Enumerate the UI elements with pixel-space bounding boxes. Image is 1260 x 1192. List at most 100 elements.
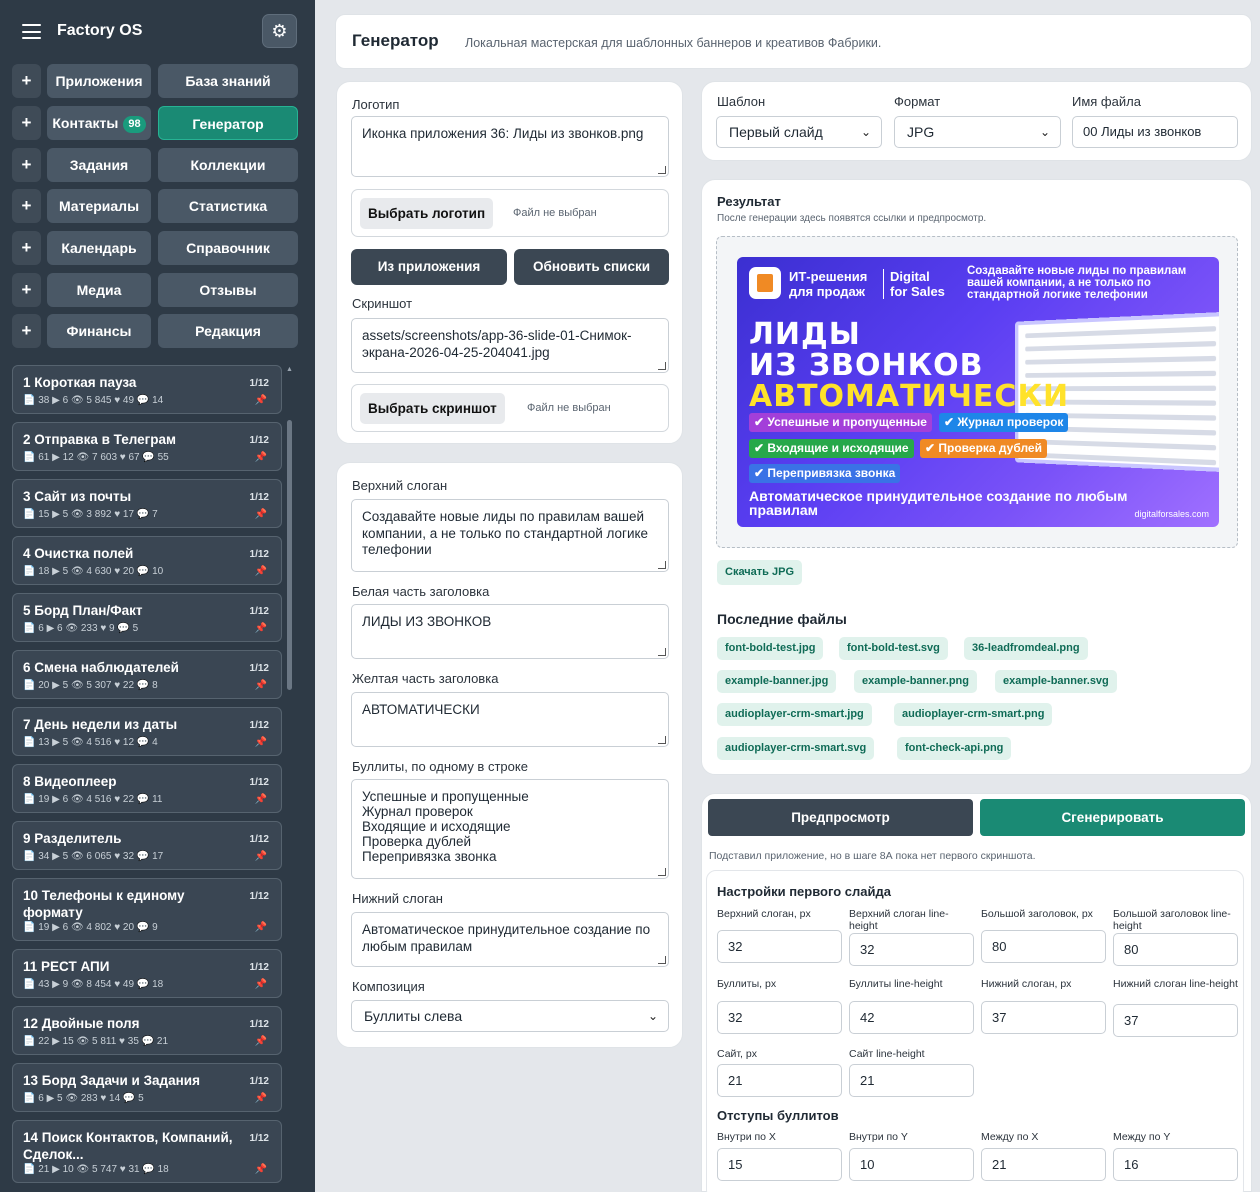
task-card[interactable]: 13 Борд Задачи и Задания 1/12 📄 6 ▶ 5 👁 28… (12, 1063, 282, 1112)
nav-item-left[interactable]: Материалы (47, 189, 151, 223)
nav-item-left[interactable]: Приложения (47, 64, 151, 98)
setting-input[interactable]: 32 (717, 1001, 842, 1034)
task-card[interactable]: 14 Поиск Контактов, Компаний, Сделок... 1… (12, 1120, 282, 1183)
plus-icon[interactable]: + (12, 314, 41, 348)
preview-button[interactable]: Предпросмотр (708, 799, 973, 836)
nav-item-left[interactable]: Финансы (47, 314, 151, 348)
pin-icon[interactable]: 📌 (255, 979, 267, 990)
pin-icon[interactable]: 📌 (255, 851, 267, 862)
nav-item-left[interactable]: Медиа (47, 273, 151, 307)
nav-item-left[interactable]: Календарь (47, 231, 151, 265)
nav-item-left[interactable]: Контакты 98 (47, 106, 151, 140)
screenshot-file-input[interactable]: Выбрать скриншот Файл не выбран (351, 384, 669, 432)
plus-icon[interactable]: + (12, 189, 41, 223)
generate-button[interactable]: Сгенерировать (980, 799, 1245, 836)
pin-icon[interactable]: 📌 (255, 452, 267, 463)
plus-icon[interactable]: + (12, 231, 41, 265)
padding-input[interactable]: 15 (717, 1148, 842, 1181)
format-select[interactable]: JPG ⌄ (894, 116, 1061, 148)
scroll-up-icon[interactable]: ▲ (286, 366, 293, 373)
setting-input[interactable]: 37 (1113, 1004, 1238, 1037)
setting-input[interactable]: 32 (717, 930, 842, 963)
file-link[interactable]: font-check-api.png (897, 737, 1012, 760)
setting-input[interactable]: 80 (1113, 933, 1238, 966)
setting-input[interactable]: 32 (849, 933, 974, 966)
task-card[interactable]: 6 Смена наблюдателей 1/12 📄 20 ▶ 5 👁 5 307… (12, 650, 282, 699)
nav-item-right[interactable]: Справочник (158, 231, 298, 265)
nav-item-left[interactable]: Задания (47, 148, 151, 182)
plus-icon[interactable]: + (12, 106, 41, 140)
task-card[interactable]: 9 Разделитель 1/12 📄 34 ▶ 5 👁 6 065 ♥ 32 💬… (12, 821, 282, 870)
pin-icon[interactable]: 📌 (255, 1093, 267, 1104)
setting-input[interactable]: 37 (981, 1001, 1106, 1034)
file-link[interactable]: font-bold-test.jpg (717, 637, 824, 660)
pin-icon[interactable]: 📌 (255, 922, 267, 933)
task-card[interactable]: 12 Двойные поля 1/12 📄 22 ▶ 15 👁 5 811 ♥ 3… (12, 1006, 282, 1055)
pin-icon[interactable]: 📌 (255, 1164, 267, 1175)
nav-item-right[interactable]: Редакция (158, 314, 298, 348)
file-link[interactable]: audioplayer-crm-smart.png (894, 703, 1053, 726)
from-app-button[interactable]: Из приложения (351, 249, 507, 285)
assets-panel: Логотип Иконка приложения 36: Лиды из зв… (336, 81, 683, 444)
nav-item-right[interactable]: Отзывы (158, 273, 298, 307)
white-title-field[interactable]: ЛИДЫ ИЗ ЗВОНКОВ (351, 604, 669, 659)
padding-input[interactable]: 10 (849, 1148, 974, 1181)
task-card[interactable]: 1 Короткая пауза 1/12 📄 38 ▶ 6 👁 5 845 ♥ 4… (12, 365, 282, 414)
pin-icon[interactable]: 📌 (255, 737, 267, 748)
pin-icon[interactable]: 📌 (255, 794, 267, 805)
nav-item-right[interactable]: Статистика (158, 189, 298, 223)
plus-icon[interactable]: + (12, 64, 41, 98)
task-card[interactable]: 4 Очистка полей 1/12 📄 18 ▶ 5 👁 4 630 ♥ 20… (12, 536, 282, 585)
task-card[interactable]: 2 Отправка в Телеграм 1/12 📄 61 ▶ 12 👁 7 6… (12, 422, 282, 471)
padding-input[interactable]: 16 (1113, 1148, 1238, 1181)
task-card[interactable]: 5 Борд План/Факт 1/12 📄 6 ▶ 6 👁 233 ♥ 9 💬 … (12, 593, 282, 642)
nav-item-right[interactable]: Коллекции (158, 148, 298, 182)
filename-input[interactable]: 00 Лиды из звонков (1072, 116, 1238, 148)
file-link[interactable]: audioplayer-crm-smart.jpg (717, 703, 872, 726)
task-card[interactable]: 11 РЕСТ АПИ 1/12 📄 43 ▶ 9 👁 8 454 ♥ 49 💬 1… (12, 949, 282, 998)
plus-icon[interactable]: + (12, 273, 41, 307)
pin-icon[interactable]: 📌 (255, 1036, 267, 1047)
nav-item-right[interactable]: База знаний (158, 64, 298, 98)
pin-icon[interactable]: 📌 (255, 680, 267, 691)
count-badge: 98 (123, 116, 146, 133)
file-link[interactable]: example-banner.jpg (717, 670, 837, 693)
logo-file-input[interactable]: Выбрать логотип Файл не выбран (351, 189, 669, 237)
bottom-slogan-field[interactable]: Автоматическое принудительное создание п… (351, 912, 669, 967)
logo-field[interactable]: Иконка приложения 36: Лиды из звонков.pn… (351, 116, 669, 177)
setting-input[interactable]: 42 (849, 1001, 974, 1034)
padding-input[interactable]: 21 (981, 1148, 1106, 1181)
pin-icon[interactable]: 📌 (255, 395, 267, 406)
bullets-field[interactable]: Успешные и пропущенные Журнал проверок В… (351, 779, 669, 879)
choose-logo-button[interactable]: Выбрать логотип (360, 198, 494, 229)
choose-screenshot-button[interactable]: Выбрать скриншот (360, 393, 505, 424)
nav-item-right[interactable]: Генератор (158, 106, 298, 140)
template-select[interactable]: Первый слайд ⌄ (716, 116, 882, 148)
download-jpg-link[interactable]: Скачать JPG (717, 560, 803, 585)
pin-icon[interactable]: 📌 (255, 509, 267, 520)
top-slogan-field[interactable]: Создавайте новые лиды по правилам вашей … (351, 499, 669, 572)
scrollbar-thumb[interactable] (287, 420, 292, 690)
file-link[interactable]: 36-leadfromdeal.png (964, 637, 1088, 660)
gear-icon[interactable]: ⚙ (262, 14, 297, 48)
file-link[interactable]: font-bold-test.svg (839, 637, 948, 660)
file-link[interactable]: example-banner.png (854, 670, 977, 693)
pin-icon[interactable]: 📌 (255, 623, 267, 634)
task-card[interactable]: 8 Видеоплеер 1/12 📄 19 ▶ 6 👁 4 516 ♥ 22 💬 … (12, 764, 282, 813)
refresh-lists-button[interactable]: Обновить списки (514, 249, 669, 285)
task-card[interactable]: 7 День недели из даты 1/12 📄 13 ▶ 5 👁 4 51… (12, 707, 282, 756)
logo-label: Логотип (352, 97, 400, 112)
setting-input[interactable]: 21 (849, 1064, 974, 1097)
task-card[interactable]: 10 Телефоны к единому формату 1/12 📄 19 ▶ … (12, 878, 282, 941)
composition-select[interactable]: Буллиты слева ⌄ (351, 1000, 669, 1032)
file-link[interactable]: audioplayer-crm-smart.svg (717, 737, 875, 760)
task-card[interactable]: 3 Сайт из почты 1/12 📄 15 ▶ 5 👁 3 892 ♥ 17… (12, 479, 282, 528)
file-link[interactable]: example-banner.svg (995, 670, 1117, 693)
menu-icon[interactable] (22, 24, 41, 39)
setting-input[interactable]: 80 (981, 930, 1106, 963)
setting-input[interactable]: 21 (717, 1064, 842, 1097)
screenshot-field[interactable]: assets/screenshots/app-36-slide-01-Снимо… (351, 318, 669, 373)
pin-icon[interactable]: 📌 (255, 566, 267, 577)
yellow-title-field[interactable]: АВТОМАТИЧЕСКИ (351, 692, 669, 747)
plus-icon[interactable]: + (12, 148, 41, 182)
